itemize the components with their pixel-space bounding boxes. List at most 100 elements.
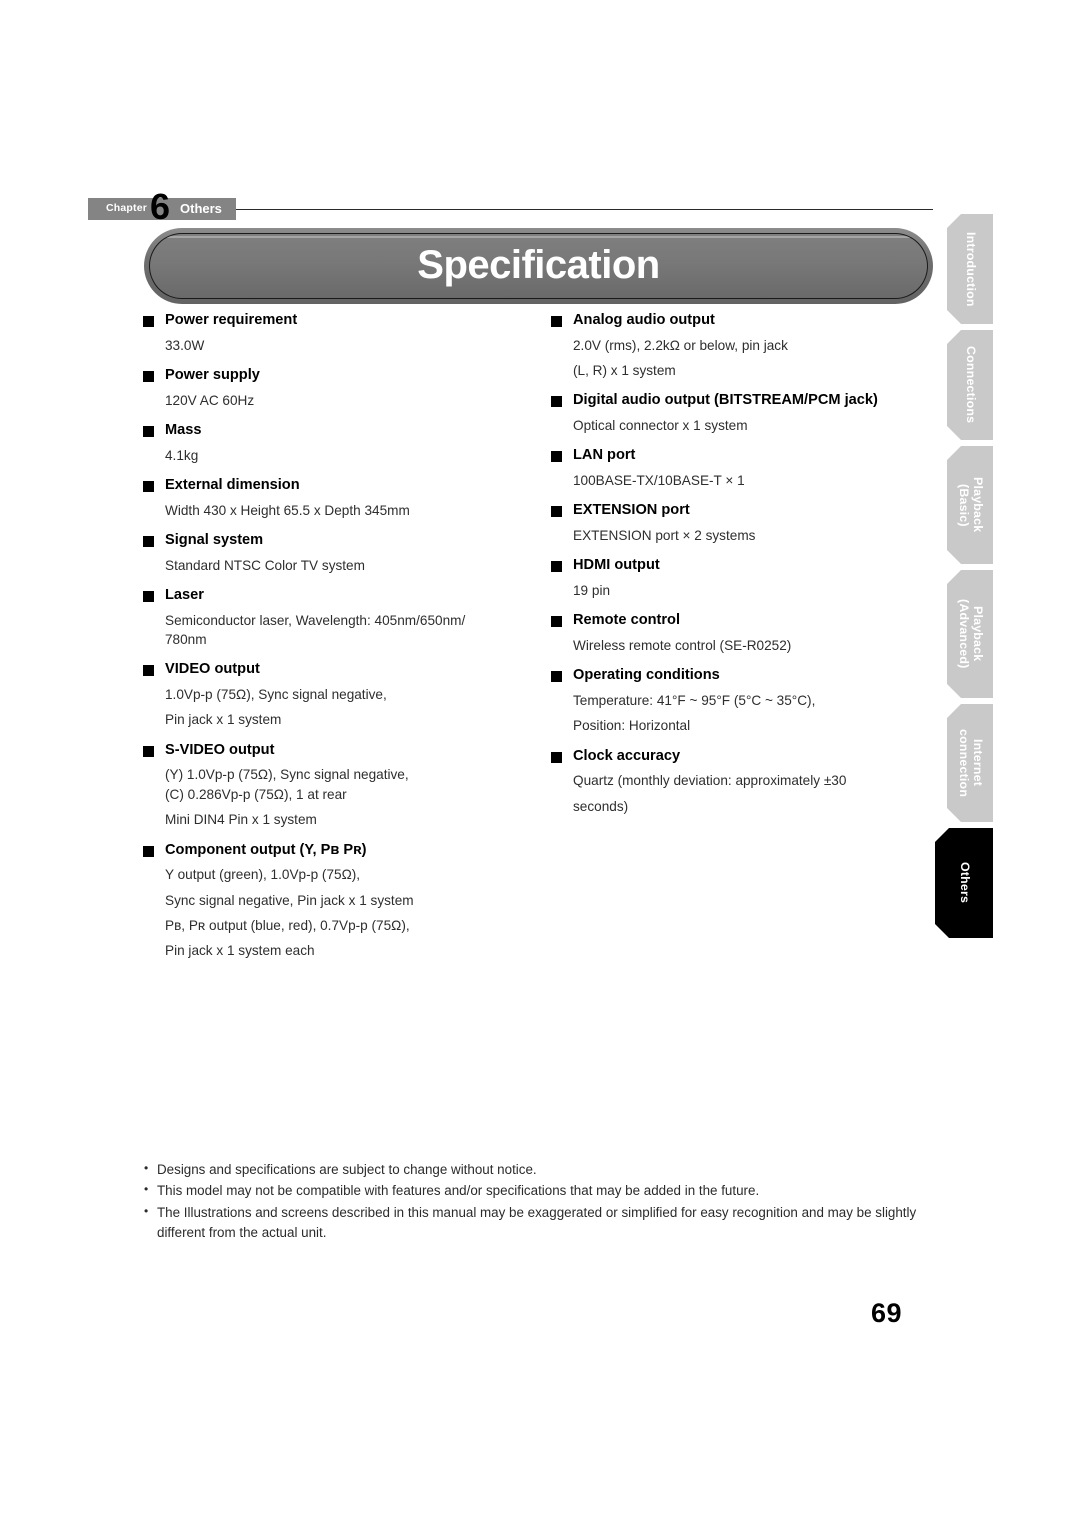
spec-heading: Signal system — [143, 531, 533, 550]
spec-group: HDMI output 19 pin — [551, 556, 951, 600]
spec-group: Analog audio output 2.0V (rms), 2.2kΩ or … — [551, 311, 951, 380]
spec-group: Clock accuracy Quartz (monthly deviation:… — [551, 747, 951, 816]
page-title-banner: Specification — [144, 228, 933, 304]
square-bullet-icon — [551, 561, 562, 573]
page-number: 69 — [870, 1298, 902, 1328]
spec-group: Mass 4.1kg — [143, 421, 533, 465]
header-divider — [236, 209, 933, 210]
spec-group: Component output (Y, Pʙ Pʀ) Y output (gre… — [143, 841, 533, 961]
spec-group: Signal system Standard NTSC Color TV syst… — [143, 531, 533, 575]
spec-group: Digital audio output (BITSTREAM/PCM jack… — [551, 391, 951, 435]
spec-heading: LAN port — [551, 446, 951, 465]
spec-value-line: Width 430 x Height 65.5 x Depth 345mm — [165, 502, 410, 518]
spec-value-line: Y output (green), 1.0Vp-p (75Ω), — [165, 867, 361, 883]
square-bullet-icon — [143, 745, 154, 757]
spec-heading: Laser — [143, 586, 533, 605]
spec-heading-text: Power supply — [165, 367, 260, 384]
spec-value-line: Sync signal negative, Pin jack x 1 syste… — [165, 892, 414, 908]
footer-notes: Designs and specifications are subject t… — [143, 1159, 933, 1245]
spec-heading: Component output (Y, Pʙ Pʀ) — [143, 841, 533, 860]
manual-page: Chapter 6 Others Specification Power req… — [0, 0, 1080, 1528]
section-tab-label: Introduction — [963, 231, 978, 307]
spec-value-line: Position: Horizontal — [573, 718, 691, 734]
spec-group: S-VIDEO output (Y) 1.0Vp-p (75Ω), Sync si… — [143, 741, 533, 830]
spec-heading-text: Operating conditions — [573, 667, 720, 684]
chapter-name-label: Others — [180, 201, 222, 216]
spec-heading: Operating conditions — [551, 666, 951, 685]
section-tab-introduction[interactable]: Introduction — [947, 214, 993, 324]
spec-value-line: 780nm — [165, 632, 207, 648]
page-title-banner-inner: Specification — [150, 234, 927, 298]
footer-note: Designs and specifications are subject t… — [143, 1159, 933, 1180]
section-tab-connections[interactable]: Connections — [947, 330, 993, 440]
spec-heading: External dimension — [143, 476, 533, 495]
spec-value-line: seconds) — [573, 798, 629, 814]
spec-group: External dimension Width 430 x Height 65.… — [143, 476, 533, 520]
spec-group: Remote control Wireless remote control (S… — [551, 611, 951, 655]
spec-value-line: EXTENSION port × 2 systems — [573, 528, 756, 544]
section-tab-playback-advanced[interactable]: Playback (Advanced) — [947, 570, 993, 698]
section-tab-label: Playback (Advanced) — [957, 599, 985, 669]
spec-heading: Mass — [143, 421, 533, 440]
spec-heading-text: Mass — [165, 422, 202, 439]
spec-value-line: 2.0V (rms), 2.2kΩ or below, pin jack — [573, 337, 788, 353]
spec-heading-text: VIDEO output — [165, 661, 260, 678]
section-tab-others[interactable]: Others — [935, 828, 993, 938]
spec-heading-text: Remote control — [573, 612, 681, 629]
square-bullet-icon — [551, 506, 562, 518]
square-bullet-icon — [551, 396, 562, 408]
spec-value-line: Mini DIN4 Pin x 1 system — [165, 812, 317, 828]
spec-heading: Power requirement — [143, 311, 533, 330]
spec-value-line: (L, R) x 1 system — [573, 363, 676, 379]
spec-heading: Power supply — [143, 366, 533, 385]
spec-heading: EXTENSION port — [551, 501, 951, 520]
chapter-number: 6 — [150, 186, 170, 227]
spec-value-line: 120V AC 60Hz — [165, 392, 255, 408]
section-tab-internet-connection[interactable]: Internet connection — [947, 704, 993, 822]
spec-heading-text: Laser — [165, 587, 204, 604]
spec-group: EXTENSION port EXTENSION port × 2 systems — [551, 501, 951, 545]
spec-value-line: Pin jack x 1 system each — [165, 943, 315, 959]
spec-heading: S-VIDEO output — [143, 741, 533, 760]
section-tab-label: Connections — [963, 346, 978, 424]
spec-value-line: Semiconductor laser, Wavelength: 405nm/6… — [165, 612, 466, 628]
spec-group: Operating conditions Temperature: 41°F ~ … — [551, 666, 951, 735]
chapter-word-label: Chapter — [106, 202, 148, 214]
square-bullet-icon — [143, 845, 154, 857]
square-bullet-icon — [551, 616, 562, 628]
spec-value-line: Pʙ, Pʀ output (blue, red), 0.7Vp-p (75Ω)… — [165, 917, 410, 933]
spec-heading-text: S-VIDEO output — [165, 741, 275, 758]
spec-group: LAN port 100BASE-TX/10BASE-T × 1 — [551, 446, 951, 490]
spec-heading-text: Power requirement — [165, 312, 298, 328]
spec-value-line: (Y) 1.0Vp-p (75Ω), Sync signal negative, — [165, 767, 409, 783]
section-tab-playback-basic[interactable]: Playback (Basic) — [947, 446, 993, 564]
spec-value-line: Temperature: 41°F ~ 95°F (5°C ~ 35°C), — [573, 693, 816, 709]
spec-value-line: 19 pin — [573, 583, 611, 599]
spec-heading: Digital audio output (BITSTREAM/PCM jack… — [551, 391, 951, 410]
footer-note: This model may not be compatible with fe… — [143, 1180, 933, 1201]
spec-value-line: 1.0Vp-p (75Ω), Sync signal negative, — [165, 687, 387, 703]
square-bullet-icon — [551, 751, 562, 763]
spec-heading-text: External dimension — [165, 477, 300, 494]
spec-heading-text: LAN port — [573, 447, 636, 464]
spec-heading: Analog audio output — [551, 311, 951, 330]
spec-value-line: 100BASE-TX/10BASE-T × 1 — [573, 473, 745, 489]
square-bullet-icon — [143, 536, 154, 548]
square-bullet-icon — [551, 451, 562, 463]
square-bullet-icon — [551, 316, 562, 327]
spec-group: Power supply 120V AC 60Hz — [143, 366, 533, 410]
spec-group: Power requirement 33.0W — [143, 311, 533, 355]
spec-heading: HDMI output — [551, 556, 951, 575]
page-title: Specification — [417, 242, 660, 287]
spec-value-line: Pin jack x 1 system — [165, 712, 282, 728]
spec-value-line: 4.1kg — [165, 447, 199, 463]
square-bullet-icon — [143, 316, 154, 327]
spec-heading-text: Clock accuracy — [573, 747, 681, 764]
spec-group: Laser Semiconductor laser, Wavelength: 40… — [143, 586, 533, 649]
spec-value-line: Standard NTSC Color TV system — [165, 557, 365, 573]
chapter-header: Chapter 6 Others — [88, 189, 933, 225]
square-bullet-icon — [143, 481, 154, 493]
spec-value-line: Optical connector x 1 system — [573, 418, 748, 434]
section-index-tabs: Introduction Connections Playback (Basic) P… — [947, 214, 995, 944]
spec-heading-text: Analog audio output — [573, 312, 715, 328]
